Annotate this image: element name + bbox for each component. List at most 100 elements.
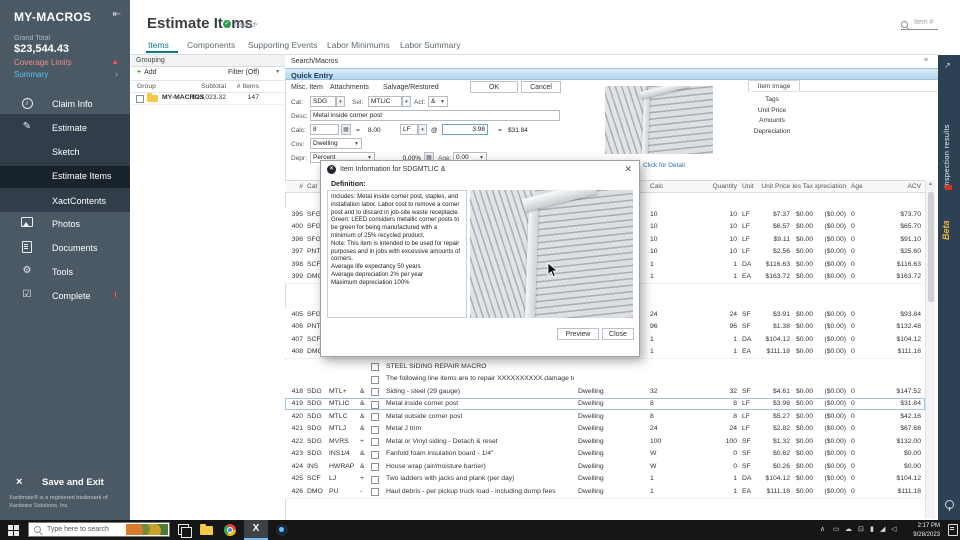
tab-attachments[interactable]: Attachments xyxy=(330,84,369,91)
sidebar-item-complete[interactable]: ☑ Complete ! xyxy=(0,286,130,307)
desc-input[interactable]: Metal inside corner post xyxy=(310,110,560,121)
row-checkbox[interactable] xyxy=(371,463,379,471)
cell-tax: $0.00 xyxy=(795,348,813,356)
tab-items[interactable]: Items xyxy=(148,40,169,50)
group-checkbox[interactable] xyxy=(136,95,144,103)
table-row[interactable]: The following line items are to repair X… xyxy=(285,372,925,386)
row-checkbox[interactable] xyxy=(371,363,379,371)
collapse-sidebar-icon[interactable]: ⇤ xyxy=(113,9,121,20)
calculator-icon[interactable]: ▦ xyxy=(341,124,351,135)
preview-button[interactable]: Preview xyxy=(557,328,599,340)
sidebar-item-label: Documents xyxy=(52,243,98,253)
row-checkbox[interactable] xyxy=(371,438,379,446)
item-thumbnail-image[interactable] xyxy=(605,86,713,154)
coverage-limits-link[interactable]: Coverage Limits xyxy=(14,58,72,67)
calc-input[interactable]: 8 xyxy=(310,124,339,135)
tab-supporting-events[interactable]: Supporting Events xyxy=(248,40,317,50)
unit-dropdown-icon[interactable]: ▾ xyxy=(418,124,427,135)
scrollbar-thumb[interactable] xyxy=(927,192,934,302)
row-checkbox[interactable] xyxy=(371,475,379,484)
taskbar-search[interactable]: Type here to search xyxy=(28,522,170,537)
table-row[interactable]: 418 SDG MTL+ & Siding - steel (29 gauge) Dwel… xyxy=(285,385,925,399)
file-explorer-icon[interactable] xyxy=(200,524,213,535)
cat-dropdown-icon[interactable]: ▾ xyxy=(336,96,345,107)
table-row[interactable]: 423 SDG INS1/4 & Fanfold foam insulation boa… xyxy=(285,447,925,461)
click-for-detail-link[interactable]: Click for Detail xyxy=(643,162,685,169)
ok-button[interactable]: OK xyxy=(470,81,518,93)
unit-price-link[interactable]: Unit Price xyxy=(727,107,817,114)
tray-onedrive-icon[interactable]: ☁ xyxy=(845,525,852,533)
chevron-down-icon[interactable]: ⌄ xyxy=(253,18,260,27)
table-row[interactable]: 422 SDG MVRS + Metal or Vinyl siding - Detac… xyxy=(285,435,925,449)
table-row[interactable]: 425 SCF LJ + Two ladders with jacks and plan… xyxy=(285,472,925,486)
popout-icon[interactable]: ↗ xyxy=(944,61,951,70)
cat-select[interactable]: SDG xyxy=(310,96,336,107)
start-button[interactable] xyxy=(8,525,19,536)
group-row[interactable]: MY-MACROS $23,023.32 147 xyxy=(131,92,285,105)
cancel-button[interactable]: Cancel xyxy=(521,81,561,93)
sel-dropdown-icon[interactable]: ▾ xyxy=(402,96,411,107)
sel-select[interactable]: MTLIC xyxy=(368,96,402,107)
tray-volume-icon[interactable]: ◁ xyxy=(891,525,896,533)
tray-display-icon[interactable]: ▭ xyxy=(833,525,840,533)
table-row[interactable]: STEEL SIDING REPAIR MACRO xyxy=(285,360,925,374)
tray-hidden-icons[interactable]: ∧ xyxy=(820,525,825,533)
tray-network-icon[interactable]: ◢ xyxy=(880,525,885,533)
row-checkbox[interactable] xyxy=(371,400,379,409)
save-and-exit-button[interactable]: Save and Exit xyxy=(42,477,104,488)
options-icon[interactable]: ≡ xyxy=(924,57,928,64)
item-number-search[interactable]: Item # xyxy=(901,17,938,30)
summary-link[interactable]: Summary xyxy=(14,70,48,79)
assistant-icon[interactable] xyxy=(945,500,954,511)
tab-labor-minimums[interactable]: Labor Minimums xyxy=(327,40,390,50)
chrome-icon[interactable] xyxy=(224,524,236,536)
unit-select[interactable]: LF xyxy=(400,124,418,135)
table-row[interactable]: 419 SDG MTLIC & Metal inside corner post Dwel… xyxy=(285,397,925,411)
row-checkbox[interactable] xyxy=(371,375,379,384)
taskbar-clock[interactable]: 2:17 PM 9/28/2023 xyxy=(900,522,940,539)
table-row[interactable]: 426 DMO PU - Haul debris - per pickup truck … xyxy=(285,485,925,499)
sidebar-item-estimate[interactable]: ✎ Estimate xyxy=(0,118,130,139)
tags-link[interactable]: Tags xyxy=(727,96,817,103)
row-checkbox[interactable] xyxy=(371,413,379,421)
filter-button[interactable]: Filter (Off) xyxy=(228,69,259,76)
tray-app-icon[interactable]: ⊡ xyxy=(858,525,864,533)
amounts-link[interactable]: Amounts xyxy=(727,117,817,124)
tab-salvage-restored[interactable]: Salvage/Restored xyxy=(383,84,439,91)
close-icon[interactable]: ✕ xyxy=(624,164,632,175)
task-view-icon[interactable] xyxy=(178,524,192,538)
sidebar-item-documents[interactable]: Documents xyxy=(0,238,130,259)
rate-input[interactable]: 3.98 xyxy=(442,124,488,135)
cell-depr: ($0.00) xyxy=(824,400,846,408)
coverage-select[interactable]: Dwelling ▼ xyxy=(310,138,362,149)
table-scrollbar[interactable]: ▲ xyxy=(925,180,935,518)
row-checkbox[interactable] xyxy=(371,488,379,496)
steam-icon[interactable] xyxy=(276,524,288,536)
sidebar-item-tools[interactable]: ⚙ Tools xyxy=(0,262,130,283)
act-select[interactable]: & ▼ xyxy=(428,96,448,107)
close-button[interactable]: Close xyxy=(602,328,634,340)
depreciation-link[interactable]: Depreciation xyxy=(727,128,817,135)
sidebar-item-estimate-items[interactable]: Estimate Items xyxy=(0,166,130,188)
row-checkbox[interactable] xyxy=(371,425,379,434)
tab-components[interactable]: Components xyxy=(187,40,235,50)
scroll-up-icon[interactable]: ▲ xyxy=(926,180,935,189)
add-group-button[interactable]: + Add xyxy=(137,69,157,76)
tray-battery-icon[interactable]: ▮ xyxy=(870,525,874,533)
filter-dropdown-icon[interactable]: ▾ xyxy=(276,68,279,75)
table-row[interactable]: 424 INS HWRAP & House wrap (air/moisture bar… xyxy=(285,460,925,474)
inspection-results-tab[interactable]: Inspection results xyxy=(942,78,951,188)
sidebar-item-photos[interactable]: Photos xyxy=(0,214,130,235)
row-checkbox[interactable] xyxy=(371,388,379,396)
xactimate-taskbar-icon[interactable]: X xyxy=(244,520,268,540)
search-macros-bar[interactable]: Search/Macros ≡ xyxy=(285,55,938,69)
table-row[interactable]: 420 SDG MTLC & Metal outside corner post Dwel… xyxy=(285,410,925,424)
tab-misc-item[interactable]: Misc. Item xyxy=(291,84,323,91)
sidebar-item-claim-info[interactable]: i Claim Info xyxy=(0,94,130,115)
notification-center-icon[interactable] xyxy=(948,524,958,536)
row-checkbox[interactable] xyxy=(371,450,379,459)
table-row[interactable]: 421 SDG MTLJ & Metal J trim Dwelling 24 24 LF $2.… xyxy=(285,422,925,436)
sidebar-item-sketch[interactable]: Sketch xyxy=(0,142,130,163)
tab-labor-summary[interactable]: Labor Summary xyxy=(400,40,460,50)
sidebar-item-xactcontents[interactable]: XactContents xyxy=(0,191,130,212)
